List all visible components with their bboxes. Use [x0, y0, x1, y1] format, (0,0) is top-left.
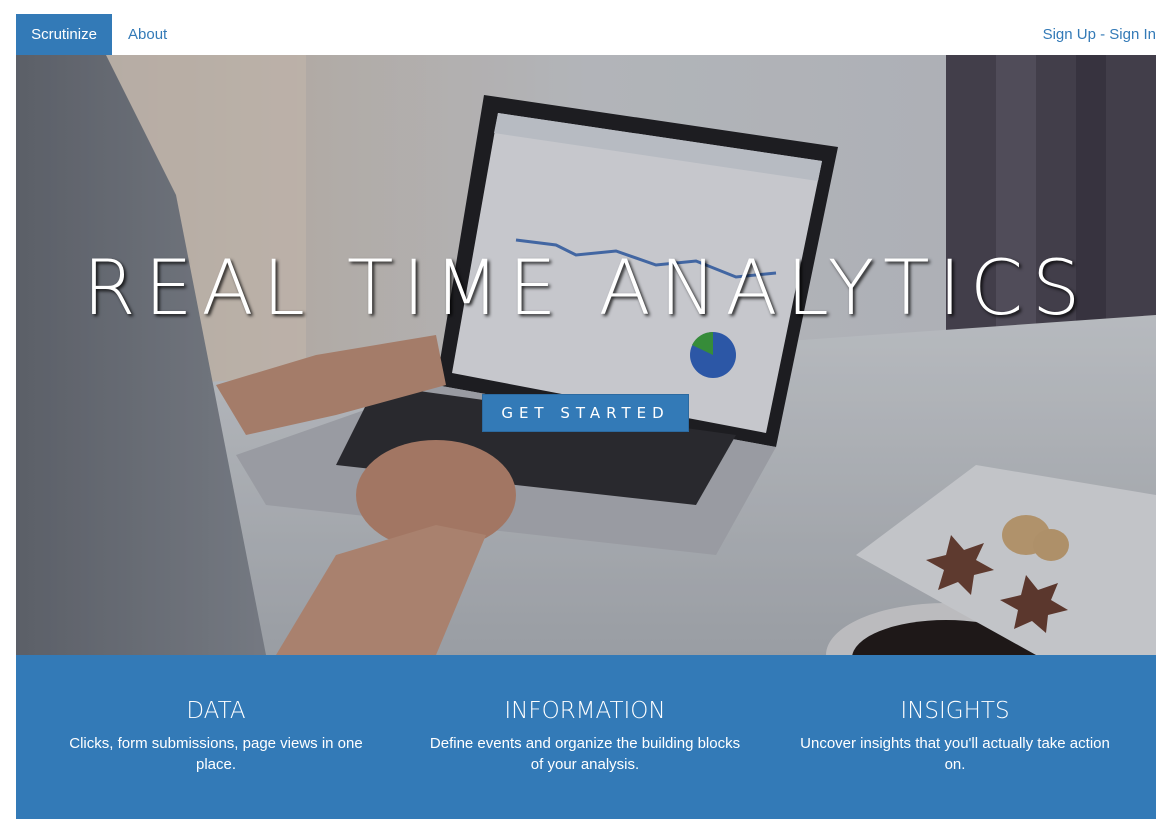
feature-title: INFORMATION [504, 698, 666, 724]
navbar: Scrutinize About Sign Up - Sign In [16, 14, 1156, 55]
feature-information: INFORMATION Define events and organize t… [405, 695, 765, 775]
feature-insights: INSIGHTS Uncover insights that you'll ac… [775, 695, 1135, 775]
get-started-button[interactable]: GET STARTED [482, 394, 689, 432]
hero-section: REAL TIME ANALYTICS GET STARTED [16, 55, 1156, 655]
feature-data: DATA Clicks, form submissions, page view… [36, 695, 396, 775]
feature-description: Uncover insights that you'll actually ta… [800, 735, 1110, 773]
auth-links: Sign Up - Sign In [1043, 14, 1156, 55]
feature-title: DATA [186, 698, 246, 724]
feature-description: Define events and organize the building … [429, 735, 741, 773]
brand-link[interactable]: Scrutinize [16, 14, 112, 55]
features-section: DATA Clicks, form submissions, page view… [16, 655, 1156, 819]
auth-separator: - [1095, 26, 1110, 43]
hero-title: REAL TIME ANALYTICS [82, 243, 1090, 332]
sign-up-link[interactable]: Sign Up [1043, 26, 1096, 43]
feature-description: Clicks, form submissions, page views in … [69, 735, 363, 773]
hero-overlay [16, 55, 1156, 655]
about-link[interactable]: About [128, 14, 167, 55]
feature-title: INSIGHTS [900, 698, 1010, 724]
sign-in-link[interactable]: Sign In [1109, 26, 1156, 43]
